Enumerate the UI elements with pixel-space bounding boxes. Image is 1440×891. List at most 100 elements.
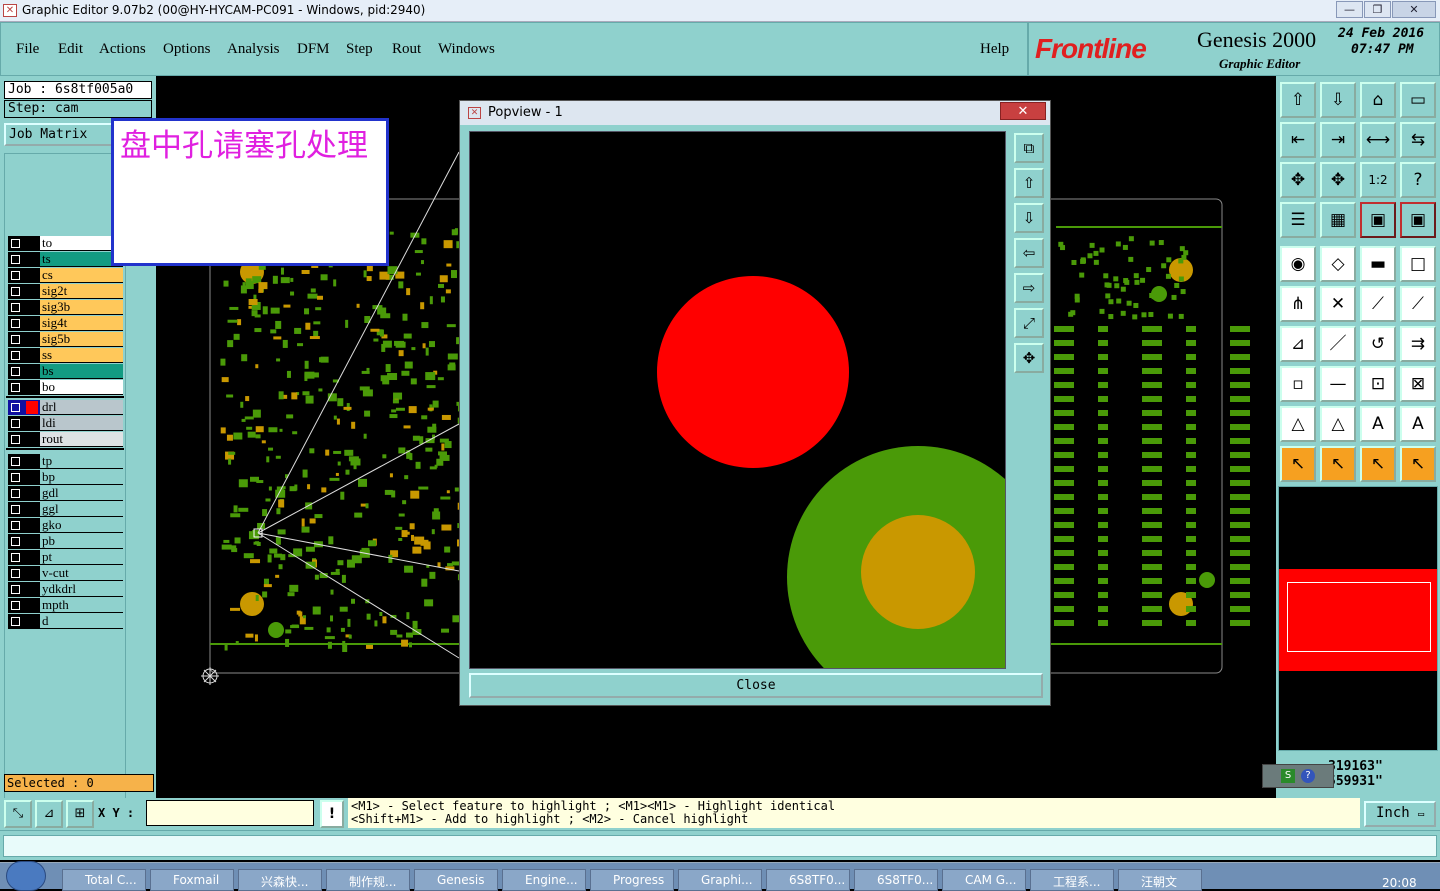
layer-checkbox[interactable]: [8, 348, 40, 363]
distribute-icon[interactable]: ⇉: [1400, 326, 1436, 362]
taskbar-item[interactable]: 兴森快...: [238, 869, 322, 891]
layer-row-bo[interactable]: bo: [8, 380, 123, 395]
view-down-icon[interactable]: ⇩: [1320, 82, 1356, 118]
menu-options[interactable]: Options: [163, 41, 211, 58]
minimize-button[interactable]: —: [1336, 1, 1363, 18]
units-select[interactable]: Inch ▭: [1364, 801, 1436, 827]
layer-row-ggl[interactable]: ggl: [8, 502, 123, 517]
taskbar-item[interactable]: 6S8TF0...: [854, 869, 938, 891]
layer-checkbox[interactable]: [8, 416, 40, 431]
diagonal-icon[interactable]: ／: [1320, 326, 1356, 362]
pan-icon[interactable]: ✥: [1280, 162, 1316, 198]
snap-icon[interactable]: ⤡: [4, 800, 32, 828]
matrix-icon[interactable]: ▣: [1360, 202, 1396, 238]
center-icon[interactable]: ✥: [1014, 343, 1044, 373]
restore-button[interactable]: ❐: [1364, 1, 1391, 18]
layer-checkbox[interactable]: [8, 614, 40, 629]
measure-icon[interactable]: ⊿: [35, 800, 63, 828]
layer-checkbox[interactable]: [8, 364, 40, 379]
menu-windows[interactable]: Windows: [438, 41, 495, 58]
menu-rout[interactable]: Rout: [392, 41, 421, 58]
layer-checkbox[interactable]: [8, 550, 40, 565]
layer-row-ldi[interactable]: ldi: [8, 416, 123, 431]
layer-row-cs[interactable]: cs: [8, 268, 123, 283]
swap-icon[interactable]: ⟷: [1360, 122, 1396, 158]
layer-row-bp[interactable]: bp: [8, 470, 123, 485]
select-circle-icon[interactable]: ↖: [1360, 446, 1396, 482]
layer-checkbox[interactable]: [8, 534, 40, 549]
select-icon[interactable]: ↖: [1280, 446, 1316, 482]
triangle-alt-icon[interactable]: △: [1320, 406, 1356, 442]
scale-icon[interactable]: 1:2: [1360, 162, 1396, 198]
layer-checkbox[interactable]: [8, 316, 40, 331]
layer-checkbox[interactable]: [8, 268, 40, 283]
layer-checkbox[interactable]: [8, 566, 40, 581]
line-alt-icon[interactable]: ⟋: [1400, 286, 1436, 322]
text-icon[interactable]: A: [1360, 406, 1396, 442]
layer-row-pt[interactable]: pt: [8, 550, 123, 565]
layer-row-gko[interactable]: gko: [8, 518, 123, 533]
zoom-fit-icon[interactable]: ⤢: [1014, 308, 1044, 338]
taskbar-item[interactable]: CAM G...: [942, 869, 1026, 891]
taskbar-item[interactable]: Total C...: [62, 869, 146, 891]
menu-step[interactable]: Step: [346, 41, 373, 58]
pan-right-icon[interactable]: ⇨: [1014, 273, 1044, 303]
close-button[interactable]: Close: [469, 673, 1043, 698]
layer-row-ydkdrl[interactable]: ydkdrl: [8, 582, 123, 597]
select-box-icon[interactable]: ↖: [1320, 446, 1356, 482]
pad-icon[interactable]: ◉: [1280, 246, 1316, 282]
taskbar-item[interactable]: 6S8TF0...: [766, 869, 850, 891]
overview-map[interactable]: [1278, 486, 1438, 751]
layer-row-gdl[interactable]: gdl: [8, 486, 123, 501]
xy-input[interactable]: [146, 800, 314, 826]
fit-icon[interactable]: ⧉: [1014, 133, 1044, 163]
layer-row-ss[interactable]: ss: [8, 348, 123, 363]
layer-row-pb[interactable]: pb: [8, 534, 123, 549]
layer-row-mpth[interactable]: mpth: [8, 598, 123, 613]
taskbar-item[interactable]: Graphi...: [678, 869, 762, 891]
help-icon[interactable]: ?: [1400, 162, 1436, 198]
menu-analysis[interactable]: Analysis: [227, 41, 280, 58]
command-line[interactable]: [0, 830, 1440, 860]
triangle-icon[interactable]: △: [1280, 406, 1316, 442]
pan-down-icon[interactable]: ⇩: [1014, 203, 1044, 233]
layer-checkbox[interactable]: [8, 582, 40, 597]
layer-checkbox[interactable]: [8, 252, 40, 267]
taskbar-item[interactable]: 汪朝文: [1118, 869, 1202, 891]
view-up-icon[interactable]: ⇧: [1280, 82, 1316, 118]
layer-checkbox[interactable]: [8, 332, 40, 347]
layer-checkbox[interactable]: [8, 486, 40, 501]
taskbar-item[interactable]: 工程系...: [1030, 869, 1114, 891]
matrix-alt-icon[interactable]: ▣: [1400, 202, 1436, 238]
layer-checkbox[interactable]: [8, 284, 40, 299]
zoom-icon[interactable]: ✥: [1320, 162, 1356, 198]
layer-checkbox[interactable]: [8, 300, 40, 315]
layer-checkbox[interactable]: [8, 380, 40, 395]
group-icon[interactable]: ⊠: [1400, 366, 1436, 402]
layer-row-vcut[interactable]: v-cut: [8, 566, 123, 581]
ime-s-icon[interactable]: S: [1281, 769, 1295, 783]
layer-row-d[interactable]: d: [8, 614, 123, 629]
layer-row-rout[interactable]: rout: [8, 432, 123, 447]
switch-icon[interactable]: ⇆: [1400, 122, 1436, 158]
angle-icon[interactable]: ⊿: [1280, 326, 1316, 362]
help-icon[interactable]: ?: [1301, 769, 1315, 783]
home-icon[interactable]: ⌂: [1360, 82, 1396, 118]
taskbar-item[interactable]: Progress: [590, 869, 674, 891]
line-icon[interactable]: ⟋: [1360, 286, 1396, 322]
layer-row-sig4t[interactable]: sig4t: [8, 316, 123, 331]
move-left-icon[interactable]: ⇤: [1280, 122, 1316, 158]
layer-checkbox[interactable]: [8, 598, 40, 613]
layer-row-bs[interactable]: bs: [8, 364, 123, 379]
move-right-icon[interactable]: ⇥: [1320, 122, 1356, 158]
grid-icon[interactable]: ▦: [1320, 202, 1356, 238]
layer-checkbox[interactable]: [8, 432, 40, 447]
layer-checkbox[interactable]: [8, 400, 40, 415]
taskbar-item[interactable]: Engine...: [502, 869, 586, 891]
layer-row-to[interactable]: to: [8, 236, 123, 251]
menu-help[interactable]: Help: [980, 41, 1009, 58]
layer-checkbox[interactable]: [8, 236, 40, 251]
alert-icon[interactable]: !: [320, 800, 344, 828]
square-icon[interactable]: □: [1400, 246, 1436, 282]
select-path-icon[interactable]: ↖: [1400, 446, 1436, 482]
